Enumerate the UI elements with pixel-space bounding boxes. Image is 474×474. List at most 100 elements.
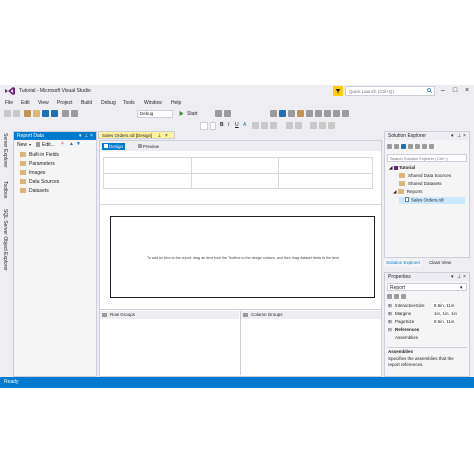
solution-node-sales-orders-rdl[interactable]: Sales Orders.rdl [399, 197, 465, 204]
toolbar-icon[interactable] [224, 110, 231, 117]
dropdown-arrow-icon[interactable]: ▾ [79, 133, 82, 139]
menu-window[interactable]: Window [144, 100, 162, 106]
toolbar-icon[interactable] [342, 110, 349, 117]
configuration-dropdown[interactable]: Debug [137, 109, 173, 118]
align-center-icon[interactable] [261, 122, 268, 129]
bold-icon[interactable]: B [220, 123, 224, 128]
menu-edit[interactable]: Edit [21, 100, 30, 106]
tree-item-data-sources[interactable]: Data Sources [20, 179, 59, 185]
start-label[interactable]: Start [187, 111, 198, 117]
toolbar-icon[interactable] [215, 110, 222, 117]
solution-search-input[interactable]: Search Solution Explorer (Ctrl+;) [387, 154, 467, 162]
dropdown-arrow-icon[interactable]: ▾ [451, 274, 454, 280]
edit-icon[interactable] [36, 142, 40, 147]
font-size-dropdown[interactable] [210, 121, 216, 130]
italic-icon[interactable]: I [228, 123, 229, 128]
align-icon[interactable] [328, 122, 335, 129]
refresh-icon[interactable] [408, 144, 413, 149]
save-icon[interactable] [42, 110, 49, 117]
close-panel-icon[interactable]: × [90, 133, 93, 139]
tree-item-datasets[interactable]: Datasets [20, 188, 49, 194]
expand-arrow-icon[interactable]: ◢ [393, 189, 396, 194]
dropdown-arrow-icon[interactable]: ▾ [451, 133, 454, 139]
align-right-icon[interactable] [270, 122, 277, 129]
pin-icon[interactable]: ⊥ [84, 133, 88, 139]
home-icon[interactable] [401, 144, 406, 149]
menu-view[interactable]: View [38, 100, 49, 106]
tab-preview[interactable]: Preview [136, 143, 161, 150]
close-tab-icon[interactable]: × [165, 133, 168, 139]
font-dropdown[interactable] [200, 121, 208, 130]
close-panel-icon[interactable]: × [463, 133, 466, 139]
tab-design[interactable]: Design [102, 143, 126, 150]
open-file-icon[interactable] [33, 110, 40, 117]
show-all-files-icon[interactable] [429, 144, 434, 149]
menu-tools[interactable]: Tools [123, 100, 135, 106]
tab-toolbox[interactable]: Toolbox [2, 181, 8, 198]
menu-file[interactable]: File [5, 100, 13, 106]
solution-node-shared-datasets[interactable]: Shared Datasets [399, 181, 442, 186]
border-icon[interactable] [286, 122, 293, 129]
font-color-icon[interactable]: A [243, 123, 246, 128]
move-down-icon[interactable]: ▼ [76, 141, 81, 147]
object-selector-dropdown[interactable]: Report ▾ [387, 283, 467, 291]
expand-icon[interactable]: ⊞ [388, 311, 392, 317]
alphabetical-icon[interactable] [394, 294, 399, 299]
toolbar-icon[interactable] [315, 110, 322, 117]
forward-icon[interactable] [13, 110, 20, 117]
menu-project[interactable]: Project [57, 100, 73, 106]
toolbar-icon[interactable] [279, 110, 286, 117]
collapse-icon[interactable]: ⊟ [388, 327, 392, 333]
tree-item-built-in-fields[interactable]: Built-in Fields [20, 152, 59, 158]
forward-icon[interactable] [394, 144, 399, 149]
tab-solution-explorer[interactable]: Solution Explorer [384, 259, 423, 267]
pin-tab-icon[interactable]: ⊥ [157, 133, 161, 139]
pin-icon[interactable]: ⊥ [457, 133, 461, 139]
report-body[interactable]: To add an item to the report: drag an it… [110, 216, 375, 298]
grouping-splitter[interactable] [240, 311, 241, 375]
property-row-margins[interactable]: ⊞ Margins 1in, 1in, 1in [387, 311, 469, 318]
document-tab-sales-orders[interactable]: Sales Orders.rdl [Design] ⊥ × [98, 131, 175, 139]
collapse-all-icon[interactable] [415, 144, 420, 149]
tab-class-view[interactable]: Class View [427, 259, 453, 267]
expand-arrow-icon[interactable]: ◢ [389, 165, 392, 170]
tab-sql-server-object-explorer[interactable]: SQL Server Object Explorer [2, 209, 8, 271]
menu-build[interactable]: Build [81, 100, 92, 106]
new-project-icon[interactable] [24, 110, 31, 117]
save-all-icon[interactable] [51, 110, 58, 117]
tree-item-parameters[interactable]: Parameters [20, 161, 55, 167]
pin-icon[interactable]: ⊥ [457, 274, 461, 280]
tab-server-explorer[interactable]: Server Explorer [2, 133, 8, 168]
background-color-icon[interactable] [295, 122, 302, 129]
close-button[interactable]: × [461, 86, 473, 96]
align-left-icon[interactable] [252, 122, 259, 129]
align-icon[interactable] [310, 122, 317, 129]
delete-icon[interactable]: × [61, 141, 64, 147]
expand-icon[interactable]: ⊞ [388, 303, 392, 309]
underline-icon[interactable]: U [235, 123, 239, 128]
new-button[interactable]: New [17, 142, 27, 148]
redo-icon[interactable] [71, 110, 78, 117]
toolbar-icon[interactable] [306, 110, 313, 117]
move-up-icon[interactable]: ▲ [69, 141, 74, 147]
tree-item-images[interactable]: Images [20, 170, 45, 176]
expand-icon[interactable]: ⊞ [388, 319, 392, 325]
solution-node-tutorial[interactable]: ◢ Tutorial [389, 165, 415, 171]
toolbar-icon[interactable] [297, 110, 304, 117]
back-icon[interactable] [4, 110, 11, 117]
maximize-button[interactable]: □ [449, 86, 461, 96]
property-row-page-size[interactable]: ⊞ PageSize 8.5in, 11in [387, 319, 469, 326]
align-icon[interactable] [319, 122, 326, 129]
toolbar-icon[interactable] [288, 110, 295, 117]
property-row-assemblies[interactable]: Assemblies [387, 335, 469, 342]
solution-node-reports[interactable]: ◢ Reports [393, 189, 423, 195]
menu-debug[interactable]: Debug [101, 100, 116, 106]
notifications-filter-icon[interactable] [333, 86, 343, 96]
back-icon[interactable] [387, 144, 392, 149]
toolbar-icon[interactable] [324, 110, 331, 117]
solution-node-shared-data-sources[interactable]: Shared Data Sources [399, 173, 451, 178]
new-dropdown-icon[interactable]: ▾ [29, 142, 31, 147]
toolbar-icon[interactable] [270, 110, 277, 117]
quick-launch-input[interactable]: Quick Launch (Ctrl+Q) [345, 86, 435, 96]
undo-icon[interactable] [62, 110, 69, 117]
